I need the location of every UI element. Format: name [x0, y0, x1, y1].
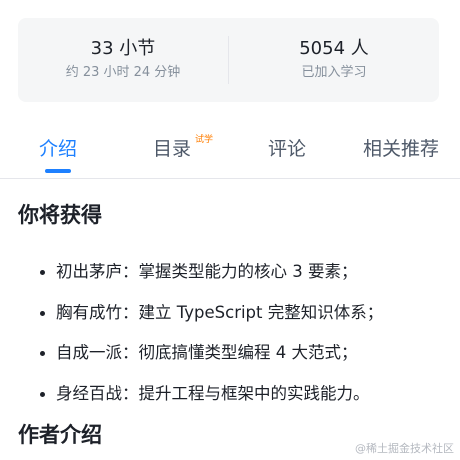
gain-item-text: 初出茅庐：掌握类型能力的核心 3 要素；	[56, 262, 358, 281]
list-item: 胸有成竹：建立 TypeScript 完整知识体系；	[36, 293, 456, 334]
sections-stat: 33 小节 约 23 小时 24 分钟	[18, 37, 228, 83]
bullet-icon	[40, 270, 45, 275]
bullet-icon	[40, 351, 45, 356]
tab-intro[interactable]: 介绍	[39, 136, 77, 162]
tabs-divider	[0, 178, 460, 179]
learners-stat: 5054 人 已加入学习	[229, 37, 439, 83]
gain-section-title: 你将获得	[18, 203, 102, 227]
learners-label: 已加入学习	[301, 65, 367, 80]
active-tab-indicator	[45, 169, 71, 173]
list-item: 身经百战：提升工程与框架中的实践能力。	[36, 374, 456, 415]
bullet-icon	[40, 391, 45, 397]
course-stats-card: 33 小节 约 23 小时 24 分钟 5054 人 已加入学习	[18, 18, 439, 102]
tab-recommendations[interactable]: 相关推荐	[363, 136, 439, 162]
sections-count: 33 小节	[90, 38, 156, 59]
author-section-title: 作者介绍	[18, 423, 102, 447]
gain-item-text: 身经百战：提升工程与框架中的实践能力。	[56, 383, 370, 403]
tab-bar: 介绍 目录 评论 相关推荐	[0, 124, 460, 176]
gain-item-text: 胸有成竹：建立 TypeScript 完整知识体系；	[56, 302, 384, 322]
gain-item-text: 自成一派：彻底搞懂类型编程 4 大范式；	[56, 343, 358, 362]
gain-list: 初出茅庐：掌握类型能力的核心 3 要素； 胸有成竹：建立 TypeScript …	[36, 252, 456, 414]
tab-catalog[interactable]: 目录	[153, 136, 191, 162]
learners-count: 5054 人	[299, 38, 369, 59]
tab-comments[interactable]: 评论	[268, 136, 306, 162]
list-item: 自成一派：彻底搞懂类型编程 4 大范式；	[36, 333, 456, 374]
course-detail-page: 33 小节 约 23 小时 24 分钟 5054 人 已加入学习 介绍 目录 评…	[0, 0, 460, 460]
sections-duration: 约 23 小时 24 分钟	[65, 65, 181, 80]
watermark: @稀土掘金技术社区	[355, 442, 454, 455]
bullet-icon	[40, 310, 45, 316]
list-item: 初出茅庐：掌握类型能力的核心 3 要素；	[36, 252, 456, 293]
trial-badge: 试学	[195, 135, 214, 145]
